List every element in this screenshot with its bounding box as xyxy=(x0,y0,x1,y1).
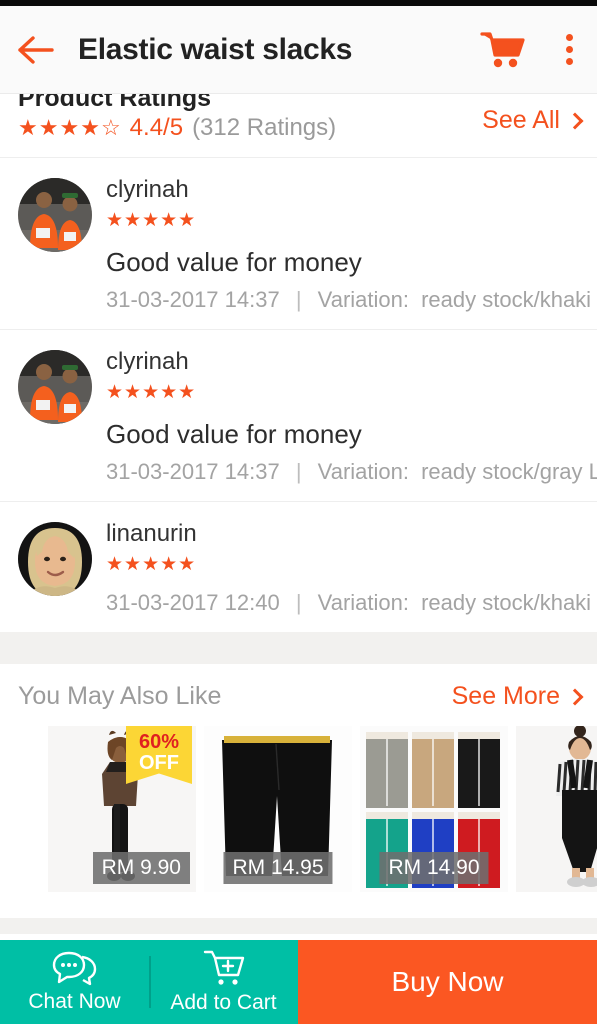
avatar-two-people-orange-shirts-icon xyxy=(18,350,92,424)
see-all-label: See All xyxy=(482,106,560,134)
bottom-spacer xyxy=(0,918,597,934)
chevron-right-icon xyxy=(566,688,584,705)
review-meta: 31-03-2017 14:37 | Variation: ready stoc… xyxy=(106,287,597,313)
avatar xyxy=(18,522,92,596)
review-username: linanurin xyxy=(106,520,197,547)
discount-off-label: OFF xyxy=(139,752,179,774)
buy-now-button[interactable]: Buy Now xyxy=(298,940,597,1024)
see-all-ratings-link[interactable]: See All xyxy=(482,106,584,135)
product-card[interactable]: RM 14.90 xyxy=(360,726,508,892)
section-title-you-may-also-like: You May Also Like xyxy=(18,682,222,710)
rating-count: (312 Ratings) xyxy=(192,114,337,141)
chat-now-button[interactable]: Chat Now xyxy=(0,940,149,1024)
variation-label: Variation: xyxy=(317,287,409,312)
product-ratings-summary: Product Ratings ★ ★ ★ ★ ☆ 4.4/5 (312 Ratings… xyxy=(0,94,597,157)
review-meta: 31-03-2017 14:37 | Variation: ready stoc… xyxy=(106,459,597,485)
variation-label: Variation: xyxy=(317,590,409,615)
section-divider xyxy=(0,632,597,664)
arrow-left-icon xyxy=(18,35,54,64)
rating-stars: ★ ★ ★ ★ ☆ xyxy=(18,117,121,139)
star-filled-icon: ★ xyxy=(59,115,80,140)
ratings-score-row: ★ ★ ★ ★ ☆ 4.4/5 (312 Ratings) xyxy=(18,114,336,142)
avatar xyxy=(18,350,92,424)
section-title-product-ratings: Product Ratings xyxy=(18,94,212,112)
avatar-woman-hijab-icon xyxy=(18,522,92,596)
product-price: RM 14.90 xyxy=(379,852,489,884)
review-item[interactable]: clyrinah ★★★★★ Good value for money 31-0… xyxy=(0,329,597,501)
discount-percent: 60% xyxy=(138,731,180,753)
review-date: 31-03-2017 12:40 xyxy=(106,590,280,615)
variation-value: ready stock/khaki XL xyxy=(421,287,597,312)
review-date: 31-03-2017 14:37 xyxy=(106,459,280,484)
recommended-products-carousel[interactable]: 60% OFF RM 9.90 RM 14.95 RM 14.90 xyxy=(0,726,597,892)
review-date: 31-03-2017 14:37 xyxy=(106,287,280,312)
review-stars: ★★★★★ xyxy=(106,554,197,575)
bottom-action-bar: Chat Now Add to Cart Buy Now xyxy=(0,940,597,1024)
avatar xyxy=(18,178,92,252)
overflow-menu-icon xyxy=(565,58,573,65)
review-username: clyrinah xyxy=(106,348,189,375)
review-meta: 31-03-2017 12:40 | Variation: ready stoc… xyxy=(106,590,597,616)
product-card[interactable]: 60% OFF RM 9.90 xyxy=(48,726,196,892)
rating-score: 4.4/5 xyxy=(129,114,184,141)
shopping-cart-icon xyxy=(480,31,525,67)
buy-now-label: Buy Now xyxy=(391,966,504,997)
chat-bubbles-icon xyxy=(52,951,96,986)
meta-separator: | xyxy=(295,459,302,484)
avatar-two-people-orange-shirts-icon xyxy=(18,178,92,252)
overflow-menu-button[interactable] xyxy=(541,6,597,94)
review-item[interactable]: clyrinah ★★★★★ Good value for money 31-0… xyxy=(0,157,597,329)
variation-label: Variation: xyxy=(317,459,409,484)
review-item[interactable]: linanurin ★★★★★ 31-03-2017 12:40 | Varia… xyxy=(0,501,597,632)
review-stars: ★★★★★ xyxy=(106,210,197,231)
product-woman-black-overalls-icon xyxy=(516,726,597,892)
chat-now-label: Chat Now xyxy=(28,990,121,1013)
add-to-cart-button[interactable]: Add to Cart xyxy=(149,940,298,1024)
app-header: Elastic waist slacks xyxy=(0,6,597,94)
star-filled-icon: ★ xyxy=(18,115,38,140)
review-comment: Good value for money xyxy=(106,247,362,277)
review-comment: Good value for money xyxy=(106,419,362,449)
product-price: RM 9.90 xyxy=(92,852,190,884)
overflow-menu-icon xyxy=(565,46,573,53)
overflow-menu-icon xyxy=(565,34,573,41)
product-detail-screen: Elastic waist slacks Product Ratings ★ ★ ★… xyxy=(0,0,597,1024)
see-more-link[interactable]: See More xyxy=(451,682,584,711)
star-filled-icon: ★ xyxy=(38,115,59,140)
product-card[interactable] xyxy=(516,726,597,892)
review-username: clyrinah xyxy=(106,176,189,203)
meta-separator: | xyxy=(295,287,302,312)
see-more-label: See More xyxy=(451,682,560,710)
cart-plus-icon xyxy=(203,950,244,985)
add-to-cart-label: Add to Cart xyxy=(170,991,277,1014)
star-filled-icon: ★ xyxy=(80,115,100,140)
back-button[interactable] xyxy=(0,6,72,94)
product-price: RM 14.95 xyxy=(223,852,333,884)
page-title: Elastic waist slacks xyxy=(78,32,353,66)
review-stars: ★★★★★ xyxy=(106,382,197,403)
variation-value: ready stock/khaki XL xyxy=(421,590,597,615)
product-card[interactable]: RM 14.95 xyxy=(204,726,352,892)
scroll-content[interactable]: Product Ratings ★ ★ ★ ★ ☆ 4.4/5 (312 Ratings… xyxy=(0,94,597,934)
you-may-also-like-section: You May Also Like See More 60% OFF RM 9.… xyxy=(0,664,597,918)
variation-value: ready stock/gray L xyxy=(421,459,597,484)
button-divider xyxy=(149,956,151,1008)
chevron-right-icon xyxy=(566,112,584,129)
meta-separator: | xyxy=(295,590,302,615)
cart-button[interactable] xyxy=(465,6,541,94)
star-empty-icon: ☆ xyxy=(100,115,121,140)
